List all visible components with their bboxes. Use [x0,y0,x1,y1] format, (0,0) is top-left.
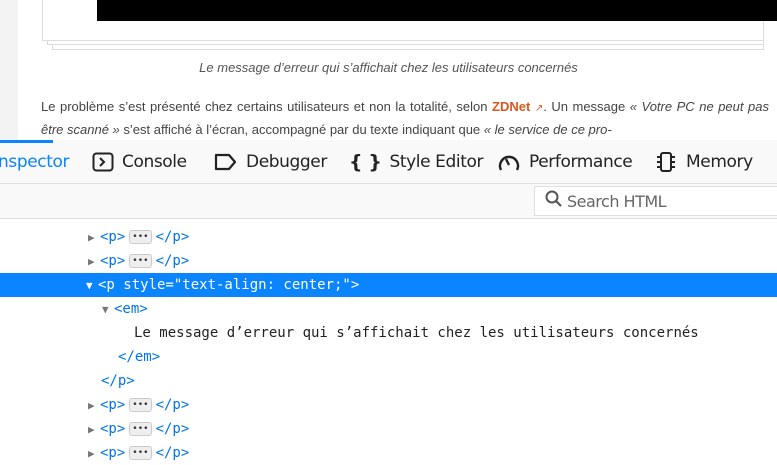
text: s’est affiché à l’écran, accompagné par … [119,122,484,137]
tree-row[interactable]: ▶ <p> ••• </p> [0,225,777,249]
tag-close: </p> [155,229,190,245]
external-link-icon: ↗ [534,103,544,114]
devtools-toolbar: nspector Console Debugger { } Style Edito… [0,140,777,184]
collapse-arrow-icon[interactable]: ▼ [86,279,98,292]
tab-inspector[interactable]: nspector [0,140,69,184]
expand-arrow-icon[interactable]: ▶ [88,231,100,244]
tree-row[interactable]: </em> [0,345,777,369]
tag-open: <em> [114,301,148,317]
tree-row[interactable]: Le message d’erreur qui s’affichait chez… [0,321,777,345]
collapsed-content-icon[interactable]: ••• [129,254,152,268]
quote: « le service de ce pro- [483,122,612,137]
collapsed-content-icon[interactable]: ••• [129,446,152,460]
tab-console[interactable]: Console [92,140,187,184]
performance-icon [497,151,521,173]
tree-row[interactable]: ▶ <p> ••• </p> [0,441,777,465]
article-paragraph: Le problème s’est présenté chez certains… [41,96,769,140]
expand-arrow-icon[interactable]: ▶ [88,423,100,436]
tag-close: </p> [155,421,190,437]
tag-open: <p> [100,253,126,269]
tag-open: <p> [100,421,126,437]
expand-arrow-icon[interactable]: ▶ [88,447,100,460]
tab-performance[interactable]: Performance [497,140,633,184]
collapsed-content-icon[interactable]: ••• [129,422,152,436]
text-node: Le message d’erreur qui s’affichait chez… [134,325,699,341]
image-frame [42,0,777,41]
style-editor-icon: { } [349,151,382,173]
tab-label: Performance [529,152,633,172]
tag-open: <p> [100,397,126,413]
tab-label: Debugger [246,152,327,172]
search-icon [545,190,563,212]
inspector-toolbar: Search HTML [0,184,777,219]
text: Le problème s’est présenté chez certains… [41,99,493,114]
zdnet-link[interactable]: ZDNet ↗ [492,99,543,114]
expand-arrow-icon[interactable]: ▶ [88,255,100,268]
markup-tree: ▶ <p> ••• </p> ▶ <p> ••• </p> ▼ <p style="text-… [0,219,777,465]
tab-label: Style Editor [389,152,484,172]
tab-debugger[interactable]: Debugger [214,140,327,184]
link-text: ZDNet [492,99,531,114]
tree-row-selected[interactable]: ▼ <p style="text-align: center;"> [0,273,777,297]
expand-arrow-icon[interactable]: ▶ [88,399,100,412]
image-caption: Le message d’erreur qui s’affichait chez… [199,60,578,75]
debugger-icon [214,153,238,171]
tab-label: nspector [0,152,70,172]
tag-close: </p> [155,445,190,461]
tree-row[interactable]: ▶ <p> ••• </p> [0,417,777,441]
tree-row[interactable]: ▼ <em> [0,297,777,321]
tag-close: </p> [101,373,135,389]
collapsed-content-icon[interactable]: ••• [129,398,152,412]
tag-open: <p> [100,229,126,245]
text: . Un message [543,99,630,114]
search-placeholder: Search HTML [567,191,667,211]
tag-close: </p> [155,253,190,269]
collapse-arrow-icon[interactable]: ▼ [102,303,114,316]
tag-close: </em> [118,349,161,365]
search-html-input[interactable]: Search HTML [534,186,777,216]
tab-label: Memory [686,152,753,172]
console-icon [92,152,114,172]
tree-row[interactable]: </p> [0,369,777,393]
tab-memory[interactable]: Memory [654,140,753,184]
memory-icon [654,151,678,173]
tag-open: <p style="text-align: center;"> [98,277,360,293]
tab-style-editor[interactable]: { } Style Editor [349,140,483,184]
tree-row[interactable]: ▶ <p> ••• </p> [0,393,777,417]
tab-label: Console [122,152,187,172]
collapsed-content-icon[interactable]: ••• [129,230,152,244]
web-page: Le message d’erreur qui s’affichait chez… [0,0,777,140]
tree-row[interactable]: ▶ <p> ••• </p> [0,249,777,273]
error-screenshot-image [97,0,777,21]
tag-open: <p> [100,445,126,461]
tag-close: </p> [155,397,190,413]
